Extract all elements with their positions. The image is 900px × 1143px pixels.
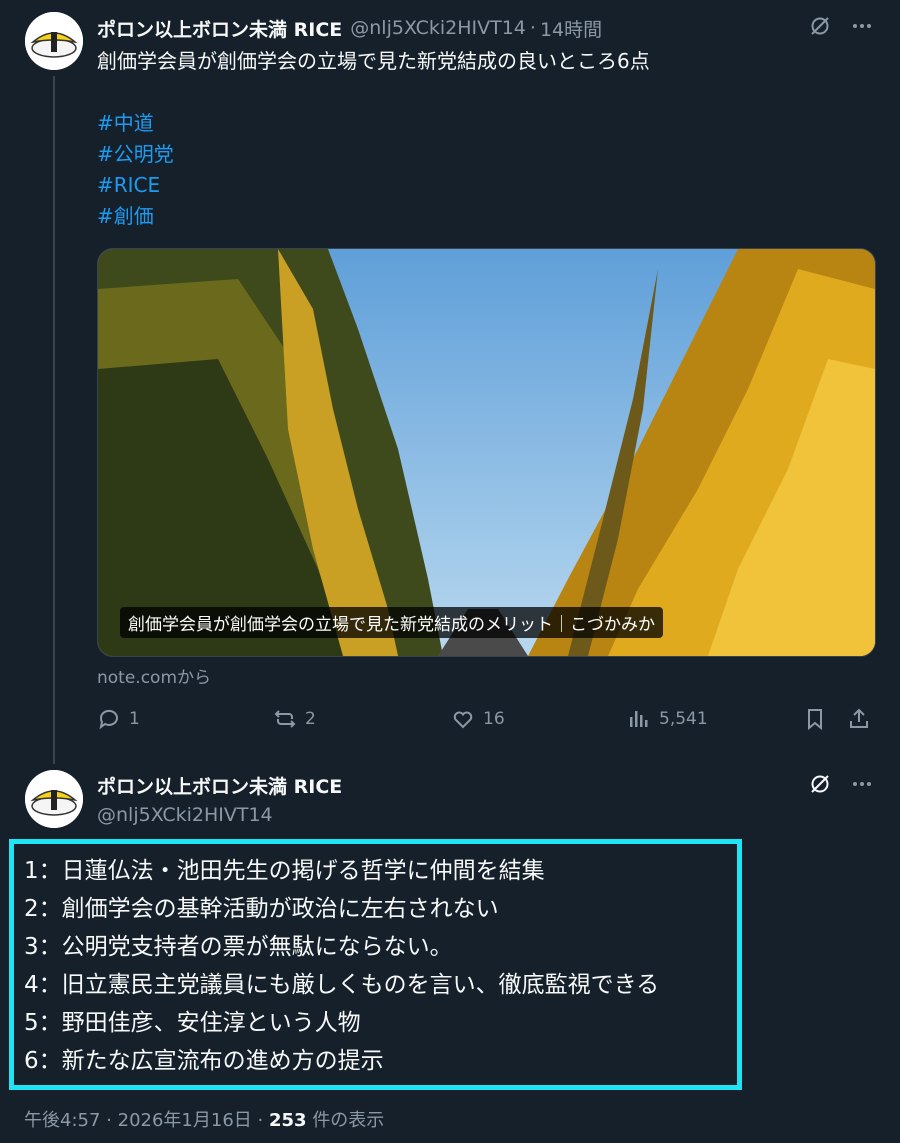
reply-icon bbox=[99, 709, 118, 730]
list-item: 5：野田佳彦、安住淳という人物 bbox=[24, 1010, 361, 1036]
views-label: 件の表示 bbox=[312, 1110, 385, 1131]
views-icon bbox=[630, 711, 648, 727]
views-count[interactable]: 253 bbox=[269, 1110, 307, 1131]
separator: · bbox=[106, 1110, 112, 1131]
views-button[interactable]: 5,541 bbox=[627, 707, 708, 731]
bookmark-button[interactable] bbox=[803, 707, 827, 731]
thread-line bbox=[53, 76, 55, 764]
separator: · bbox=[529, 17, 536, 39]
more-icon[interactable] bbox=[848, 770, 876, 798]
share-icon bbox=[850, 708, 868, 728]
timestamp[interactable]: 14時間 bbox=[540, 15, 602, 42]
list-item: 3：公明党支持者の票が無駄にならない。 bbox=[24, 934, 453, 960]
views-count: 5,541 bbox=[659, 709, 708, 729]
avatar[interactable] bbox=[25, 770, 83, 828]
handle[interactable]: @nlj5XCki2HIVT14 bbox=[97, 804, 273, 826]
list-item: 1：日蓮仏法・池田先生の掲げる哲学に仲間を結集 bbox=[24, 858, 545, 884]
more-icon[interactable] bbox=[848, 12, 876, 40]
reply-button[interactable]: 1 bbox=[97, 707, 140, 731]
like-icon bbox=[453, 711, 473, 729]
action-bar: 1 2 16 5,541 bbox=[97, 703, 877, 737]
tweet-meta: 午後4:57 · 2026年1月16日 · 253 件の表示 bbox=[24, 1106, 384, 1132]
list-item: 2：創価学会の基幹活動が政治に左右されない bbox=[24, 896, 499, 922]
list-item: 6：新たな広宣流布の進め方の提示 bbox=[24, 1048, 384, 1074]
handle[interactable]: @nlj5XCki2HIVT14 bbox=[350, 17, 526, 39]
like-button[interactable]: 16 bbox=[451, 707, 505, 731]
post-date[interactable]: 2026年1月16日 bbox=[118, 1110, 252, 1131]
tweet-header: ポロン以上ボロン未満 RICE @nlj5XCki2HIVT14 · 14時間 bbox=[97, 14, 880, 42]
post-time[interactable]: 午後4:57 bbox=[24, 1110, 100, 1131]
list-item: 4：旧立憲民主党議員にも厳しくものを言い、徹底監視できる bbox=[24, 972, 660, 998]
bookmark-icon bbox=[808, 709, 822, 731]
card-caption: 創価学会員が創価学会の立場で見た新党結成のメリット｜こづかみか bbox=[120, 607, 663, 638]
reply-count: 1 bbox=[129, 709, 140, 729]
grok-icon[interactable] bbox=[806, 12, 834, 40]
tweet-text: 1：日蓮仏法・池田先生の掲げる哲学に仲間を結集 2：創価学会の基幹活動が政治に左… bbox=[24, 852, 659, 1080]
retweet-icon bbox=[274, 710, 296, 728]
retweet-count: 2 bbox=[305, 709, 316, 729]
separator: · bbox=[257, 1110, 264, 1131]
like-count: 16 bbox=[483, 709, 505, 729]
retweet-button[interactable]: 2 bbox=[273, 707, 316, 731]
hashtag-list: #中道 #公明党 #RICE #創価 bbox=[97, 108, 174, 232]
card-image bbox=[98, 249, 875, 656]
share-button[interactable] bbox=[847, 707, 871, 731]
card-source[interactable]: note.comから bbox=[97, 663, 211, 688]
link-card[interactable]: 創価学会員が創価学会の立場で見た新党結成のメリット｜こづかみか bbox=[97, 248, 876, 657]
hashtag-link[interactable]: #中道 bbox=[97, 108, 174, 139]
display-name[interactable]: ポロン以上ボロン未満 RICE bbox=[97, 772, 342, 799]
tweet-text: 創価学会員が創価学会の立場で見た新党結成の良いところ6点 bbox=[97, 49, 650, 73]
hashtag-link[interactable]: #創価 bbox=[97, 201, 174, 232]
hashtag-link[interactable]: #公明党 bbox=[97, 139, 174, 170]
hashtag-link[interactable]: #RICE bbox=[97, 170, 174, 201]
avatar[interactable] bbox=[25, 12, 83, 70]
grok-icon[interactable] bbox=[806, 770, 834, 798]
display-name[interactable]: ポロン以上ボロン未満 RICE bbox=[97, 15, 342, 42]
